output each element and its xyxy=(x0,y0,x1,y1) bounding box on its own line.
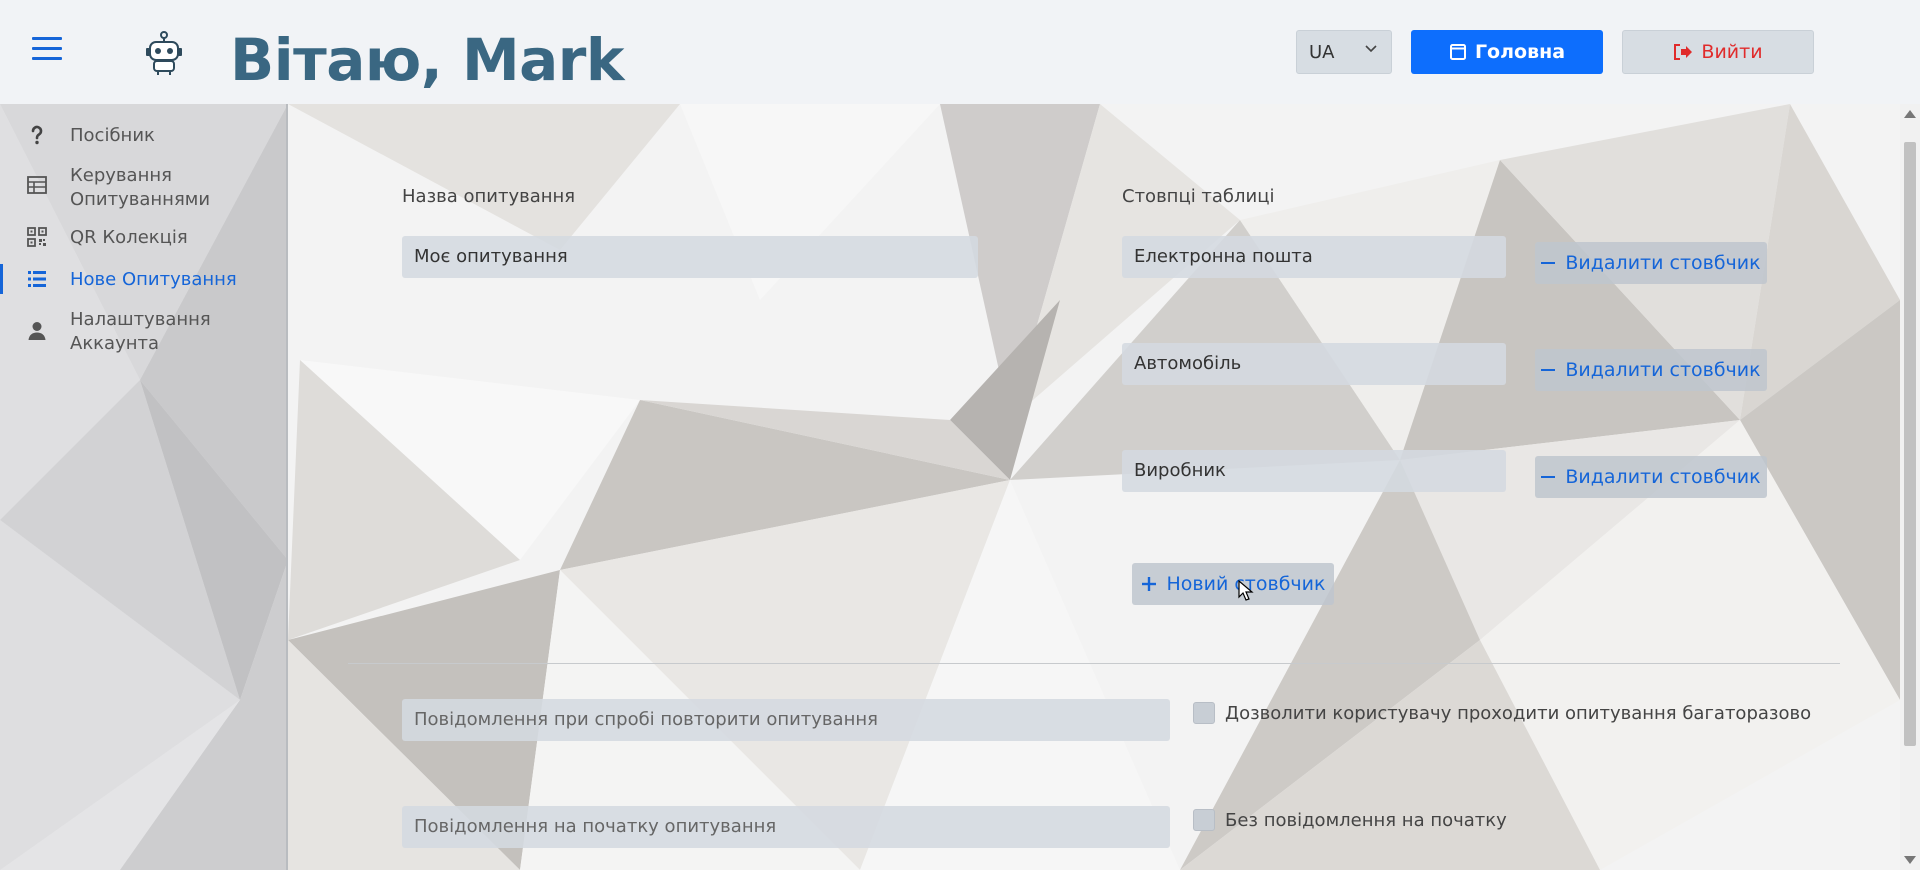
delete-column-button[interactable]: Видалити стовбчик xyxy=(1535,349,1767,391)
mouse-pointer-icon xyxy=(1238,580,1254,601)
user-icon xyxy=(28,322,46,340)
delete-column-label: Видалити стовбчик xyxy=(1565,252,1761,274)
question-icon xyxy=(31,125,43,145)
sidebar-item-label: Налаштування Аккаунта xyxy=(70,309,211,354)
no-start-message-checkbox[interactable] xyxy=(1193,809,1215,831)
scroll-up-arrow-icon[interactable] xyxy=(1904,110,1916,118)
no-start-message-label: Без повідомлення на початку xyxy=(1225,809,1507,831)
greeting-title: Вітаю, Mark xyxy=(230,26,625,94)
chevron-down-icon xyxy=(1365,45,1377,53)
logout-button-label: Вийти xyxy=(1701,41,1763,63)
logout-button[interactable]: Вийти xyxy=(1622,30,1814,74)
delete-column-label: Видалити стовбчик xyxy=(1565,466,1761,488)
allow-repeat-label: Дозволити користувачу проходити опитуван… xyxy=(1225,702,1812,724)
sidebar-item-label: QR Колекція xyxy=(70,227,188,248)
sidebar-item-new-survey[interactable]: Нове Опитування xyxy=(0,264,286,298)
delete-column-button[interactable]: Видалити стовбчик xyxy=(1535,456,1767,498)
sidebar-item-account-settings[interactable]: Налаштування Аккаунта xyxy=(0,308,286,360)
allow-repeat-checkbox[interactable] xyxy=(1193,702,1215,724)
survey-name-input[interactable]: Моє опитування xyxy=(402,236,978,278)
delete-column-button[interactable]: Видалити стовбчик xyxy=(1535,242,1767,284)
column-input[interactable]: Виробник xyxy=(1122,450,1506,492)
scroll-down-arrow-icon[interactable] xyxy=(1904,856,1916,864)
repeat-message-input[interactable]: Повідомлення при спробі повторити опитув… xyxy=(402,699,1170,741)
delete-column-label: Видалити стовбчик xyxy=(1565,359,1761,381)
window-icon xyxy=(1449,44,1466,60)
home-button[interactable]: Головна xyxy=(1411,30,1603,74)
survey-name-label: Назва опитування xyxy=(402,186,576,207)
hamburger-menu-icon[interactable] xyxy=(32,37,62,63)
new-column-button[interactable]: Новий стовбчик xyxy=(1132,563,1334,605)
qr-icon xyxy=(27,227,47,247)
scroll-thumb[interactable] xyxy=(1904,142,1916,746)
sidebar-item-label: Посібник xyxy=(70,125,155,146)
start-message-input[interactable]: Повідомлення на початку опитування xyxy=(402,806,1170,848)
column-input[interactable]: Автомобіль xyxy=(1122,343,1506,385)
minus-icon xyxy=(1541,262,1556,264)
no-start-message-option: Без повідомлення на початку xyxy=(1193,809,1507,831)
table-icon xyxy=(27,176,47,194)
page-scrollbar[interactable] xyxy=(1900,104,1920,870)
section-divider xyxy=(348,663,1840,664)
sidebar-item-guide[interactable]: Посібник xyxy=(0,124,286,154)
list-icon xyxy=(28,271,46,287)
sidebar: Посібник Керування Опитуваннями QR Колек… xyxy=(0,104,288,870)
language-select[interactable]: UA xyxy=(1296,30,1392,74)
column-input[interactable]: Електронна пошта xyxy=(1122,236,1506,278)
sidebar-item-qr-collection[interactable]: QR Колекція xyxy=(0,226,286,256)
robot-logo-icon xyxy=(146,31,182,75)
language-value: UA xyxy=(1309,42,1335,63)
sidebar-item-manage-surveys[interactable]: Керування Опитуваннями xyxy=(0,164,286,216)
allow-repeat-option: Дозволити користувачу проходити опитуван… xyxy=(1193,702,1811,724)
new-survey-form: Назва опитування Моє опитування Стовпці … xyxy=(290,104,1900,870)
minus-icon xyxy=(1541,369,1556,371)
sidebar-item-label: Керування Опитуваннями xyxy=(70,165,211,210)
table-columns-label: Стовпці таблиці xyxy=(1122,186,1275,207)
plus-icon xyxy=(1141,577,1156,591)
sidebar-item-label: Нове Опитування xyxy=(70,269,237,290)
top-header: Вітаю, Mark UA Головна Вийти xyxy=(0,0,1920,104)
minus-icon xyxy=(1541,476,1556,478)
home-button-label: Головна xyxy=(1474,41,1566,63)
sign-out-icon xyxy=(1674,44,1693,60)
